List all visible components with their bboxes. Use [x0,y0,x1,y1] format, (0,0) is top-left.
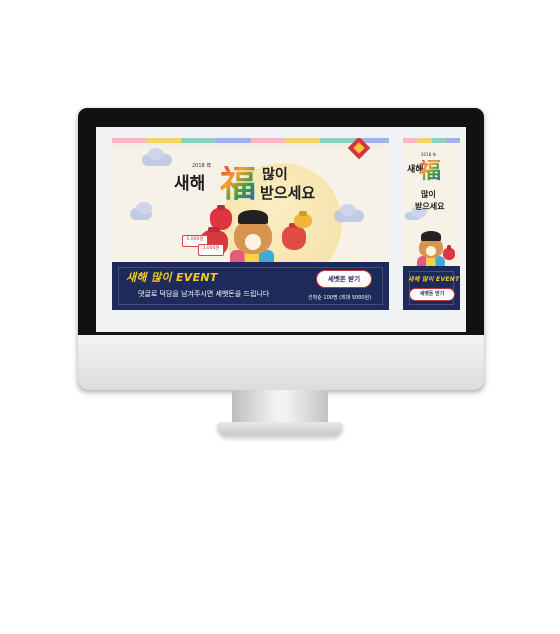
event-panel: 새해 많이 EVENT 세뱃돈 받기 [403,266,460,310]
headline-right-top: 많이 [262,167,288,183]
dog-character-icon [419,238,443,258]
headline-right-bottom: 받으세요 [415,201,445,211]
event-panel: 새해 많이 EVENT 댓글로 덕담을 남겨주시면 세뱃돈을 드립니다 세뱃돈 … [112,262,389,310]
hanja-fortune: 福 [220,163,257,205]
main-banner[interactable]: 2018 年 새해 福 많이 받으세요 5,000원 3,000원 새해 많이 … [112,138,389,310]
cloud-icon [334,204,364,222]
event-description: 댓글로 덕담을 남겨주시면 세뱃돈을 드립니다 [138,290,270,298]
monitor-neck [232,390,328,424]
side-banner[interactable]: 2018 年 새해 福 많이 받으세요 새해 많이 EVENT 세뱃돈 받기 [403,138,460,310]
receive-money-button[interactable]: 세뱃돈 받기 [409,288,455,301]
event-title: 새해 많이 EVENT [408,276,460,283]
dog-hat-icon [421,231,441,241]
top-stripe [403,138,460,143]
event-note: 선착순 100명 (최대 5000원) [308,295,372,301]
dog-hat-icon [238,210,268,224]
monitor-chin [78,335,484,390]
headline-left: 새해 [174,174,206,194]
cloud-icon [130,202,152,220]
receive-money-button[interactable]: 세뱃돈 받기 [316,270,372,288]
monitor-stand [217,422,343,436]
headline-right-bottom: 받으세요 [260,184,316,202]
headline-right-top: 많이 [421,189,436,199]
cloud-icon [405,206,427,220]
cloud-icon [142,148,172,166]
year-label: 2018 年 [192,163,212,169]
lucky-pouch-icon [282,226,306,250]
dog-character-icon [234,220,272,254]
lucky-pouch-icon [443,248,455,260]
event-title: 새해 많이 EVENT [126,271,218,284]
coupon-card: 3,000원 [198,244,224,256]
hanja-fortune: 福 [419,158,442,184]
lucky-pouch-icon [294,214,312,228]
